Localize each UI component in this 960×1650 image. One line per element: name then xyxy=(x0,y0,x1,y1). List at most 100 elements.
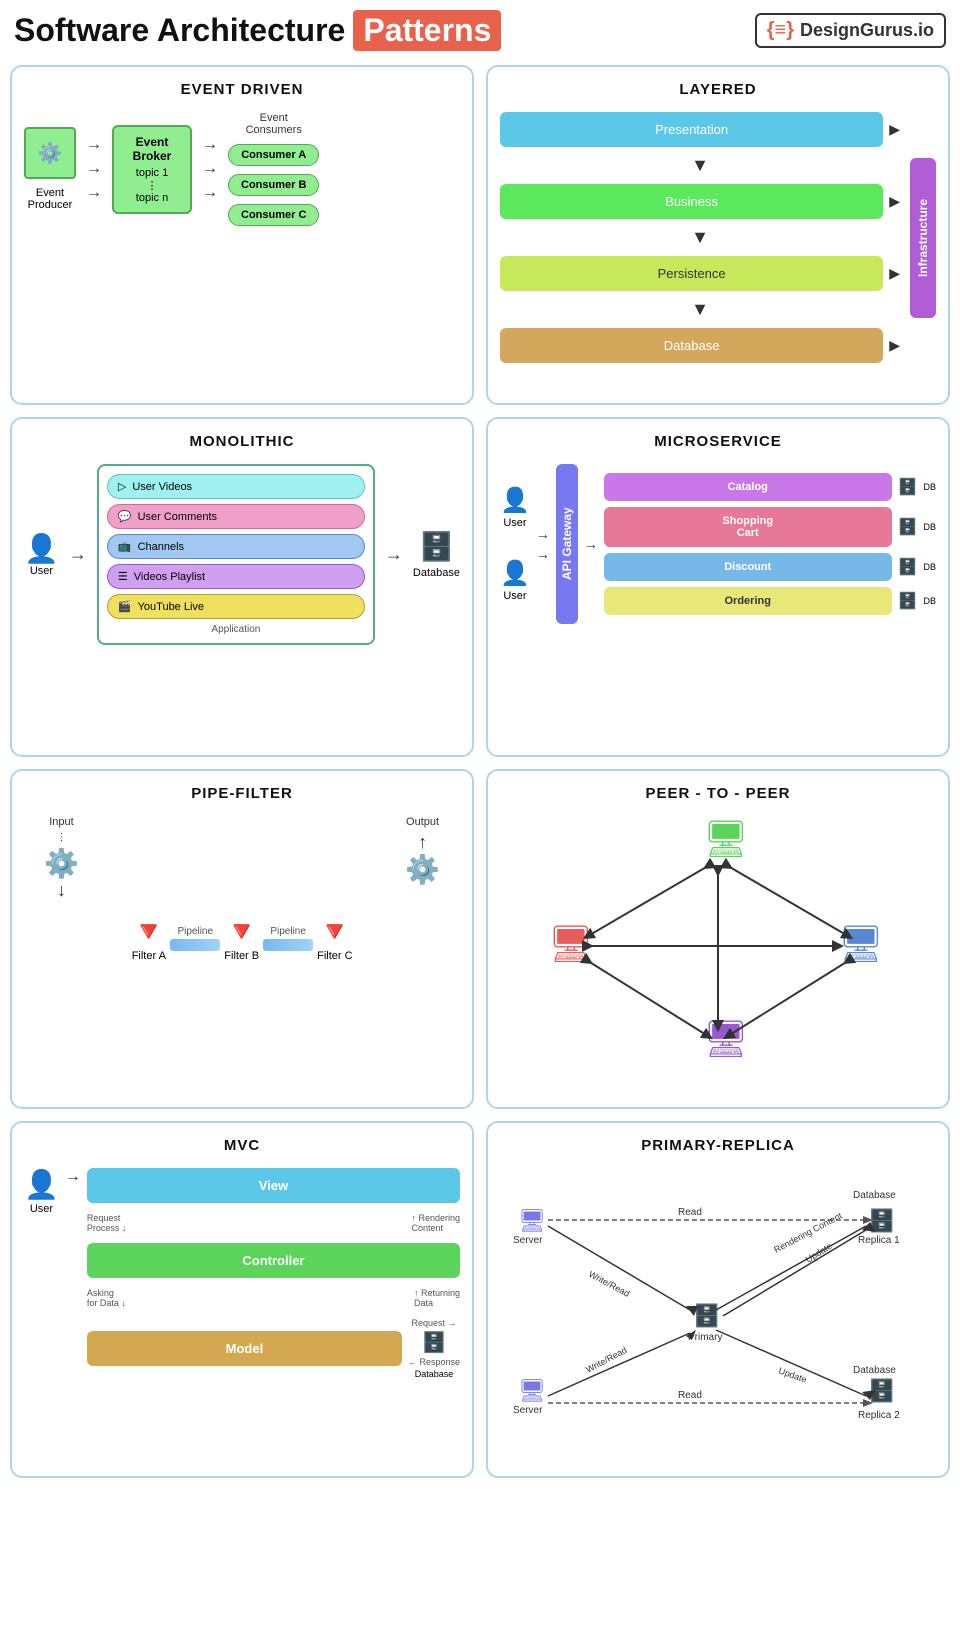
live-icon: 🎬 xyxy=(118,600,132,613)
server-bot-icon: 🖥 xyxy=(518,1378,546,1403)
micro-arrow-gw: → xyxy=(584,536,598,552)
service-row-cart: ShoppingCart 🗄️ DB xyxy=(604,507,936,547)
layer-database: Database xyxy=(500,328,883,363)
micro-user-label-2: User xyxy=(503,590,526,602)
filter-b: 🔻 Filter B xyxy=(224,915,259,962)
layer-row-business: Business ▶ xyxy=(500,184,900,219)
arrow-1: → xyxy=(86,136,102,154)
db-label-ordering: DB xyxy=(923,596,936,606)
rendering-label: Rendering Content xyxy=(772,1210,844,1255)
pipe-connector-1: Pipeline xyxy=(170,926,220,951)
mvc-boxes: View RequestProcess ↓ ↑ RenderingContent… xyxy=(87,1168,460,1379)
p2p-node-top: 🖥 xyxy=(703,818,749,859)
layer-persistence: Persistence xyxy=(500,256,883,291)
play-icon: ▷ xyxy=(118,480,126,493)
mvc-user: 👤 User xyxy=(24,1168,59,1215)
down-arrow-3: ▼ xyxy=(500,299,900,320)
request2-label: Request → xyxy=(411,1318,456,1328)
input-icon: ⚙️ xyxy=(44,847,79,880)
broker-topics: topic 1⋮topic n xyxy=(124,167,180,204)
input-label: Input xyxy=(49,816,73,828)
mono-item-channels: 📺 Channels xyxy=(107,534,365,559)
layer-business: Business xyxy=(500,184,883,219)
primary-replica-box: PRIMARY-REPLICA 🖥 Server 🖥 Server 🗄️ Pri… xyxy=(486,1121,950,1478)
user-icon-micro-2: 👤 xyxy=(500,559,530,588)
server-bot-label: Server xyxy=(513,1405,543,1416)
user-icon-mvc: 👤 xyxy=(24,1168,59,1201)
mono-app-box: ▷ User Videos 💬 User Comments 📺 Channels… xyxy=(97,464,375,645)
filter-a-icon: 🔻 xyxy=(131,915,166,948)
db-icon-mono: 🗄️ xyxy=(419,530,454,563)
layer-row-presentation: Presentation ▶ xyxy=(500,112,900,147)
mono-db: 🗄️ Database xyxy=(413,530,460,579)
filter-a: 🔻 Filter A xyxy=(131,915,166,962)
logo: {≡} DesignGurus.io xyxy=(755,13,946,48)
mvc-title: MVC xyxy=(24,1137,460,1154)
layer-arrow-4: ▶ xyxy=(889,337,900,354)
row-1: EVENT DRIVEN ⚙️ EventProducer → → → Even… xyxy=(10,65,950,405)
micro-services: Catalog 🗄️ DB ShoppingCart 🗄️ DB Discoun… xyxy=(604,473,936,615)
mvc-view-labels: RequestProcess ↓ ↑ RenderingContent xyxy=(87,1213,460,1233)
db-bot-header: Database xyxy=(853,1365,896,1376)
p2p-node-right: 🖥 xyxy=(838,923,884,964)
event-producer: ⚙️ EventProducer xyxy=(24,127,76,211)
event-driven-box: EVENT DRIVEN ⚙️ EventProducer → → → Even… xyxy=(10,65,474,405)
arrows-to-broker: → → → xyxy=(86,136,102,202)
p2p-node-left: 🖥 xyxy=(548,923,594,964)
down-arrow-1: ▼ xyxy=(500,155,900,176)
layered-content: Presentation ▶ ▼ Business ▶ ▼ Persistenc… xyxy=(500,112,936,363)
pipe-connector-2: Pipeline xyxy=(263,926,313,951)
arrow-cc: → xyxy=(202,184,218,202)
title-normal: Software Architecture xyxy=(14,12,345,49)
app-label: Application xyxy=(107,624,365,635)
page-title: Software Architecture Patterns xyxy=(14,10,501,51)
micro-arrows: → → xyxy=(536,526,550,562)
peer-to-peer-title: PEER - TO - PEER xyxy=(500,785,936,802)
service-row-ordering: Ordering 🗄️ DB xyxy=(604,587,936,615)
layered-layers: Presentation ▶ ▼ Business ▶ ▼ Persistenc… xyxy=(500,112,900,363)
write-read-label-top: Write/Read xyxy=(587,1269,631,1299)
down-dotted: ⋮ xyxy=(56,832,66,843)
read-label-bot: Read xyxy=(678,1390,702,1401)
db-label-catalog: DB xyxy=(923,482,936,492)
filter-b-label: Filter B xyxy=(224,950,259,962)
pipe-content: Input ⋮ ⚙️ ↓ Output ↑ ⚙️ 🔻 Filter A Pipe… xyxy=(24,816,460,962)
replica1-label: Replica 1 xyxy=(858,1235,900,1246)
pipeline-label-2: Pipeline xyxy=(270,926,306,937)
mono-user: 👤 User xyxy=(24,532,59,577)
mvc-db: Request → 🗄️ ← Response Database xyxy=(408,1318,460,1379)
layer-presentation: Presentation xyxy=(500,112,883,147)
arrow-cb: → xyxy=(202,160,218,178)
server-top-icon: 🖥 xyxy=(518,1208,546,1233)
db-cart: 🗄️ xyxy=(898,517,918,537)
list-icon: ☰ xyxy=(118,570,128,583)
mvc-box: MVC 👤 User → View RequestProcess ↓ ↑ Ren… xyxy=(10,1121,474,1478)
consumer-c: Consumer C xyxy=(228,204,319,226)
micro-arrow-1: → xyxy=(536,526,550,542)
consumers-col: EventConsumers Consumer A Consumer B Con… xyxy=(228,112,319,226)
pipe-filter-row: 🔻 Filter A Pipeline 🔻 Filter B Pipeline … xyxy=(131,915,352,962)
broker-title: EventBroker xyxy=(124,135,180,163)
consumer-b: Consumer B xyxy=(228,174,319,196)
service-catalog: Catalog xyxy=(604,473,892,501)
output-label: Output xyxy=(406,816,439,828)
pipe-top-row: Input ⋮ ⚙️ ↓ Output ↑ ⚙️ xyxy=(24,816,460,901)
layer-row-database: Database ▶ xyxy=(500,328,900,363)
mono-item-videos: ▷ User Videos xyxy=(107,474,365,499)
event-driven-content: ⚙️ EventProducer → → → EventBroker topic… xyxy=(24,112,460,226)
micro-users: 👤 User 👤 User xyxy=(500,486,530,602)
micro-arrow-2: → xyxy=(536,546,550,562)
infra-box: Infrastructure xyxy=(910,158,936,318)
event-driven-title: EVENT DRIVEN xyxy=(24,81,460,98)
mono-item-playlist: ☰ Videos Playlist xyxy=(107,564,365,589)
arrows-to-consumers: → → → xyxy=(202,136,218,202)
filter-b-icon: 🔻 xyxy=(224,915,259,948)
micro-user-2: 👤 User xyxy=(500,559,530,602)
asking-label: Askingfor Data ↓ xyxy=(87,1288,126,1308)
service-row-catalog: Catalog 🗄️ DB xyxy=(604,473,936,501)
micro-user-label-1: User xyxy=(503,517,526,529)
layer-row-persistence: Persistence ▶ xyxy=(500,256,900,291)
monolithic-title: MONOLITHIC xyxy=(24,433,460,450)
filter-c-label: Filter C xyxy=(317,950,352,962)
rendering-label: ↑ RenderingContent xyxy=(411,1213,460,1233)
